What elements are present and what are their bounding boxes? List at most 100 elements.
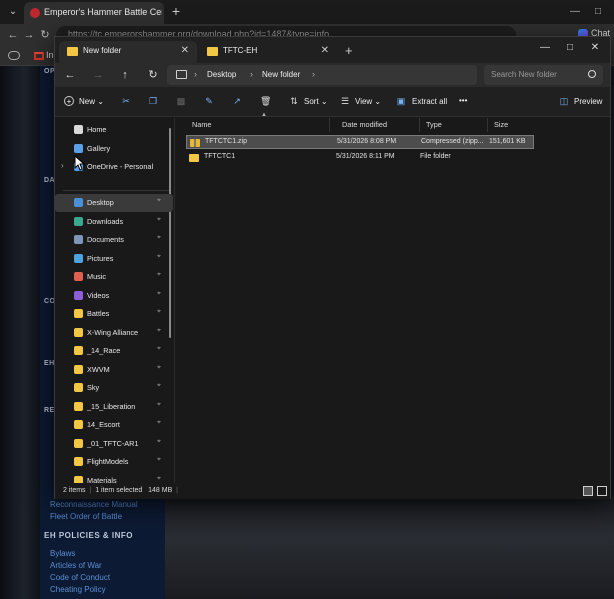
site-link-recon-manual[interactable]: Reconnaissance Manual bbox=[50, 500, 138, 509]
pin-icon[interactable]: ⌖ bbox=[157, 345, 161, 353]
browser-tab-bar: ⌄ Emperor's Hammer Battle Center + — □ bbox=[0, 0, 614, 24]
site-link-cheating-policy[interactable]: Cheating Policy bbox=[50, 585, 106, 594]
browser-back-icon[interactable]: ← bbox=[6, 28, 20, 42]
share-icon[interactable]: ↗ bbox=[232, 96, 242, 106]
column-header-name[interactable]: Name bbox=[186, 118, 330, 132]
refresh-icon[interactable]: ↻ bbox=[146, 68, 160, 82]
more-options-button[interactable]: ••• bbox=[459, 96, 467, 110]
cut-icon[interactable]: ✂ bbox=[121, 96, 131, 106]
search-icon bbox=[588, 70, 596, 78]
nav-item-downloads[interactable]: Downloads ⌖ bbox=[55, 213, 173, 231]
site-link-articles-of-war[interactable]: Articles of War bbox=[50, 561, 102, 570]
search-input[interactable]: Search New folder bbox=[484, 65, 603, 85]
back-icon[interactable]: ← bbox=[63, 68, 77, 82]
pin-icon[interactable]: ⌖ bbox=[157, 364, 161, 372]
sort-button[interactable]: Sort ⌄ bbox=[304, 97, 328, 111]
site-link-fleet-order[interactable]: Fleet Order of Battle bbox=[50, 512, 122, 521]
nav-item-flightmodels[interactable]: FlightModels ⌖ bbox=[55, 453, 173, 471]
breadcrumb-new-folder[interactable]: New folder bbox=[262, 70, 300, 79]
tiles-view-icon[interactable] bbox=[597, 486, 607, 496]
nav-item-label: Pictures bbox=[87, 253, 114, 263]
browser-forward-icon[interactable]: → bbox=[22, 28, 36, 42]
forward-icon[interactable]: → bbox=[91, 68, 105, 82]
rename-icon[interactable]: ✎ bbox=[204, 96, 214, 106]
nav-item-music[interactable]: Music ⌖ bbox=[55, 268, 173, 286]
pin-icon[interactable]: ⌖ bbox=[157, 308, 161, 316]
nav-item-videos[interactable]: Videos ⌖ bbox=[55, 287, 173, 305]
nav-item-materials[interactable]: Materials ⌖ bbox=[55, 472, 173, 484]
column-header-date[interactable]: Date modified bbox=[336, 118, 420, 132]
browser-maximize-icon[interactable]: □ bbox=[588, 4, 608, 20]
new-button[interactable]: New ⌄ bbox=[79, 97, 104, 111]
pin-icon[interactable]: ⌖ bbox=[157, 290, 161, 298]
folder-icon bbox=[74, 420, 83, 429]
nav-item-gallery[interactable]: Gallery bbox=[55, 140, 173, 158]
tab-actions-icon[interactable]: ⌄ bbox=[5, 4, 21, 20]
nav-item-pictures[interactable]: Pictures ⌖ bbox=[55, 250, 173, 268]
table-row[interactable]: TFTCTC1 5/31/2026 8:11 PM File folder bbox=[186, 151, 534, 165]
extensions-icon[interactable] bbox=[8, 51, 20, 60]
breadcrumb[interactable]: › Desktop › New folder › bbox=[167, 65, 477, 85]
new-tab-icon[interactable]: + bbox=[168, 3, 184, 19]
nav-item-desktop[interactable]: Desktop ⌖ bbox=[55, 194, 173, 212]
chevron-right-icon[interactable]: › bbox=[61, 161, 64, 170]
minimize-icon[interactable]: — bbox=[535, 41, 555, 55]
pin-icon[interactable]: ⌖ bbox=[157, 475, 161, 483]
browser-minimize-icon[interactable]: — bbox=[565, 4, 585, 20]
bookmark-gmail[interactable]: In bbox=[34, 50, 54, 60]
explorer-tab-tftc-eh[interactable]: TFTC-EH ✕ bbox=[199, 41, 337, 63]
nav-item-01-tftc-ar1[interactable]: _01_TFTC-AR1 ⌖ bbox=[55, 435, 173, 453]
pin-icon[interactable]: ⌖ bbox=[157, 327, 161, 335]
chevron-right-icon[interactable]: › bbox=[312, 69, 315, 79]
pin-icon[interactable]: ⌖ bbox=[157, 271, 161, 279]
close-tab-icon[interactable]: ✕ bbox=[181, 45, 189, 56]
maximize-icon[interactable]: □ bbox=[560, 41, 580, 55]
pin-icon[interactable]: ⌖ bbox=[157, 382, 161, 390]
nav-item-onedrive-personal[interactable]: › OneDrive - Personal bbox=[55, 158, 173, 176]
close-window-icon[interactable]: ✕ bbox=[585, 41, 605, 55]
pin-icon[interactable]: ⌖ bbox=[157, 216, 161, 224]
preview-pane-icon: ◫ bbox=[559, 96, 569, 106]
nav-item-xwvm[interactable]: XWVM ⌖ bbox=[55, 361, 173, 379]
nav-item-14-race[interactable]: _14_Race ⌖ bbox=[55, 342, 173, 360]
explorer-new-tab-icon[interactable]: + bbox=[345, 43, 353, 58]
pin-icon[interactable]: ⌖ bbox=[157, 456, 161, 464]
gallery-icon bbox=[74, 143, 83, 153]
nav-item-x-wing-alliance[interactable]: X-Wing Alliance ⌖ bbox=[55, 324, 173, 342]
column-header-size[interactable]: Size bbox=[488, 118, 534, 132]
nav-item-sky[interactable]: Sky ⌖ bbox=[55, 379, 173, 397]
details-view-icon[interactable] bbox=[583, 486, 593, 496]
pin-icon[interactable]: ⌖ bbox=[157, 197, 161, 205]
pin-icon[interactable]: ⌖ bbox=[157, 253, 161, 261]
column-header-type[interactable]: Type bbox=[420, 118, 488, 132]
pin-icon[interactable]: ⌖ bbox=[157, 419, 161, 427]
preview-button[interactable]: Preview bbox=[574, 97, 602, 111]
explorer-tab-new-folder[interactable]: New folder ✕ bbox=[59, 41, 197, 63]
nav-item-home[interactable]: Home bbox=[55, 121, 173, 139]
browser-tab-title: Emperor's Hammer Battle Center bbox=[44, 7, 162, 17]
nav-item-label: Materials bbox=[87, 475, 117, 484]
pin-icon[interactable]: ⌖ bbox=[157, 234, 161, 242]
close-tab-icon[interactable]: ✕ bbox=[321, 45, 329, 56]
chevron-right-icon[interactable]: › bbox=[194, 69, 197, 79]
nav-item-documents[interactable]: Documents ⌖ bbox=[55, 231, 173, 249]
nav-item-14-escort[interactable]: 14_Escort ⌖ bbox=[55, 416, 173, 434]
pin-icon[interactable]: ⌖ bbox=[157, 438, 161, 446]
extract-all-button[interactable]: Extract all bbox=[412, 97, 447, 111]
paste-icon[interactable]: ▩ bbox=[176, 96, 186, 106]
delete-icon[interactable]: 🗑 bbox=[260, 96, 271, 106]
view-button[interactable]: View ⌄ bbox=[355, 97, 381, 111]
site-link-bylaws[interactable]: Bylaws bbox=[50, 549, 75, 558]
browser-refresh-icon[interactable]: ↻ bbox=[38, 28, 52, 42]
table-row[interactable]: TFTCTC1.zip 5/31/2026 8:08 PM Compressed (… bbox=[186, 135, 534, 149]
copy-icon[interactable]: ❐ bbox=[148, 96, 158, 106]
nav-item-15-liberation[interactable]: _15_Liberation ⌖ bbox=[55, 398, 173, 416]
breadcrumb-desktop[interactable]: Desktop bbox=[207, 70, 236, 79]
site-link-code-of-conduct[interactable]: Code of Conduct bbox=[50, 573, 110, 582]
pin-icon[interactable]: ⌖ bbox=[157, 401, 161, 409]
up-icon[interactable]: ↑ bbox=[118, 68, 132, 82]
chevron-right-icon[interactable]: › bbox=[250, 69, 253, 79]
extract-icon: ▣ bbox=[396, 96, 406, 106]
nav-item-battles[interactable]: Battles ⌖ bbox=[55, 305, 173, 323]
browser-tab[interactable]: Emperor's Hammer Battle Center bbox=[24, 2, 164, 24]
